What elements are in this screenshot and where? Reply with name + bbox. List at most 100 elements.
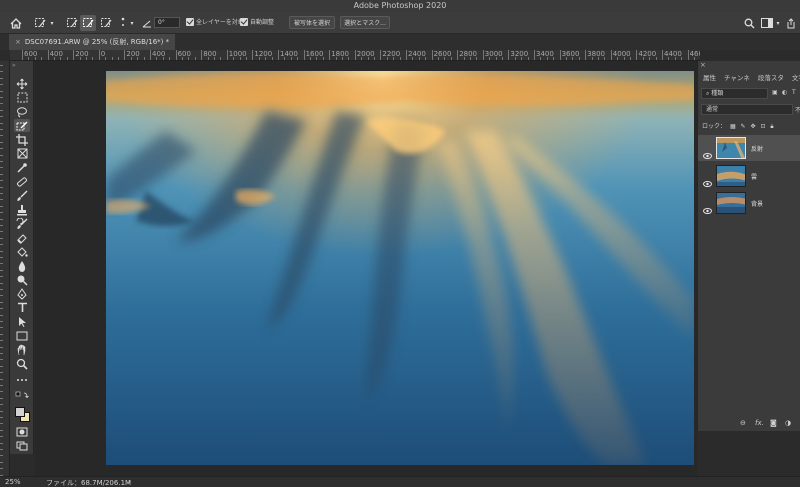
crop-tool-icon[interactable] <box>14 133 30 146</box>
tab-channels[interactable]: チャンネ <box>719 69 753 83</box>
chevron-down-icon[interactable]: ▾ <box>48 15 56 31</box>
ruler-label: 3800 <box>587 50 606 58</box>
layer-row-cloud[interactable]: 雲 <box>698 163 800 189</box>
brush-size-dropdown[interactable]: ▾ <box>128 15 136 31</box>
brush-size-icon[interactable] <box>118 15 128 31</box>
history-brush-tool-icon[interactable] <box>14 217 30 230</box>
eye-icon[interactable] <box>703 199 712 218</box>
ruler-tick <box>0 365 3 367</box>
window-title: Adobe Photoshop 2020 <box>353 1 447 10</box>
ruler-tick <box>674 57 676 60</box>
clone-stamp-tool-icon[interactable] <box>14 203 30 216</box>
zoom-tool-icon[interactable] <box>14 357 30 370</box>
healing-brush-tool-icon[interactable] <box>14 175 30 188</box>
pen-tool-icon[interactable] <box>14 287 30 300</box>
lock-position-icon[interactable]: ✥ <box>750 123 755 130</box>
horizontal-ruler[interactable]: 600 400 200 0 200 400 600 800 1000 1200 1400 1600 18… <box>10 50 700 61</box>
ruler-tick <box>329 50 331 60</box>
layer-filter-select[interactable]: ⌕ 種類 <box>701 88 768 99</box>
document-tab[interactable]: × DSC07691.ARW @ 25% (反射, RGB/16*) * <box>9 34 176 50</box>
default-colors-icon[interactable] <box>14 389 30 402</box>
ruler-label: 1600 <box>305 50 324 58</box>
ruler-tick <box>0 442 3 444</box>
ruler-tick <box>476 57 478 60</box>
brush-preset-icon[interactable] <box>32 15 48 31</box>
foreground-color-swatch[interactable] <box>15 407 25 417</box>
quick-mask-icon[interactable] <box>14 425 30 438</box>
fx-icon[interactable]: fx. <box>755 419 764 427</box>
lock-transparent-icon[interactable]: ▦ <box>730 123 736 130</box>
layer-row-background[interactable]: 背景 <box>698 190 800 216</box>
zoom-level[interactable]: 25% <box>5 478 21 486</box>
toolbar-collapse-icon[interactable]: » <box>12 62 16 69</box>
ruler-tick <box>54 57 55 60</box>
vertical-ruler[interactable] <box>0 61 10 476</box>
lock-image-icon[interactable]: ✎ <box>741 123 746 130</box>
paint-bucket-tool-icon[interactable] <box>14 245 30 258</box>
add-selection-icon[interactable] <box>80 15 96 31</box>
auto-enhance-checkbox[interactable] <box>240 18 248 26</box>
tab-properties[interactable]: 属性 <box>698 69 719 83</box>
marquee-tool-icon[interactable] <box>14 91 30 104</box>
blur-tool-icon[interactable] <box>14 259 30 272</box>
ruler-tick <box>591 57 593 60</box>
ruler-tick <box>406 50 407 60</box>
ruler-tick <box>0 391 3 393</box>
lock-artboard-icon[interactable]: ⊡ <box>760 123 765 130</box>
rectangle-tool-icon[interactable] <box>14 329 30 342</box>
angle-field[interactable]: 0° <box>154 17 180 28</box>
blend-mode-select[interactable]: 通常 <box>701 104 793 115</box>
panel-close-icon[interactable]: × <box>700 61 706 69</box>
document-image[interactable] <box>106 71 694 465</box>
share-icon[interactable] <box>784 15 798 31</box>
tab-paragraph-styles[interactable]: 段落スタ <box>753 69 787 83</box>
path-selection-tool-icon[interactable] <box>14 315 30 328</box>
filter-type-icon[interactable]: T <box>792 89 796 96</box>
search-icon[interactable] <box>742 15 756 31</box>
layers-panel-footer: ⊖ fx. ◙ ◑ <box>698 417 800 431</box>
tab-character-styles[interactable]: 文字スタ <box>787 69 800 83</box>
brush-tool-icon[interactable] <box>14 189 30 202</box>
select-subject-button[interactable]: 被写体を選択 <box>289 16 335 29</box>
file-info: ファイル：68.7M/206.1M <box>46 479 132 487</box>
ruler-tick <box>0 90 3 92</box>
lock-all-icon[interactable]: 🔒︎ <box>770 123 773 130</box>
workspace-icon[interactable] <box>760 15 774 31</box>
ruler-tick <box>0 282 3 284</box>
screen-mode-icon[interactable] <box>14 439 30 452</box>
new-selection-icon[interactable] <box>64 15 80 31</box>
type-tool-icon[interactable] <box>14 301 30 314</box>
quick-selection-tool-icon[interactable] <box>14 119 30 132</box>
filter-pixel-icon[interactable]: ▣ <box>772 89 778 96</box>
close-tab-icon[interactable]: × <box>15 38 21 46</box>
move-tool-icon[interactable] <box>14 77 30 90</box>
mask-icon[interactable]: ◙ <box>770 419 777 427</box>
subtract-selection-icon[interactable] <box>98 15 114 31</box>
status-expand-icon[interactable]: › <box>128 478 131 486</box>
canvas-workspace[interactable] <box>35 61 697 476</box>
frame-tool-icon[interactable] <box>14 147 30 160</box>
home-icon[interactable] <box>8 15 24 31</box>
eye-icon[interactable] <box>703 144 712 163</box>
ruler-label: 4200 <box>638 50 657 58</box>
ruler-tick <box>284 57 286 60</box>
layer-row-reflection[interactable]: 反射 <box>698 135 800 161</box>
sample-all-layers-checkbox[interactable] <box>186 18 194 26</box>
eraser-tool-icon[interactable] <box>14 231 30 244</box>
link-icon[interactable]: ⊖ <box>740 419 746 427</box>
dodge-tool-icon[interactable] <box>14 273 30 286</box>
workspace-dropdown[interactable]: ▾ <box>774 15 782 31</box>
eyedropper-tool-icon[interactable] <box>14 161 30 174</box>
filter-adjustment-icon[interactable]: ◐ <box>782 89 787 96</box>
hand-tool-icon[interactable] <box>14 343 30 356</box>
more-tools-icon[interactable] <box>14 373 30 386</box>
eye-icon[interactable] <box>703 172 712 191</box>
ruler-tick <box>0 372 3 374</box>
ruler-tick <box>655 57 657 60</box>
ruler-tick <box>0 436 3 438</box>
lasso-tool-icon[interactable] <box>14 105 30 118</box>
select-and-mask-button[interactable]: 選択とマスク... <box>340 16 390 29</box>
ruler-label: 1800 <box>331 50 350 58</box>
adjustment-icon[interactable]: ◑ <box>785 419 791 427</box>
ruler-tick <box>0 455 3 457</box>
